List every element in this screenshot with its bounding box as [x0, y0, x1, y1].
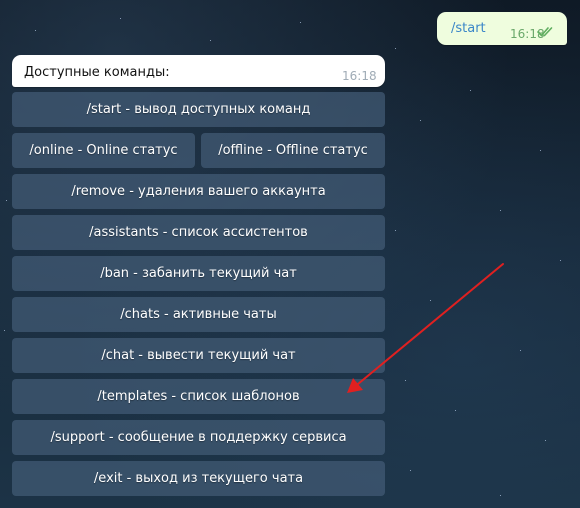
command-button-ban[interactable]: /ban - забанить текущий чат — [12, 256, 385, 291]
incoming-message-text: Доступные команды: — [24, 65, 170, 80]
command-button-exit[interactable]: /exit - выход из текущего чата — [12, 461, 385, 496]
command-button-start[interactable]: /start - вывод доступных команд — [12, 92, 385, 127]
command-button-remove[interactable]: /remove - удаления вашего аккаунта — [12, 174, 385, 209]
incoming-message-bubble: Доступные команды: 16:18 — [12, 55, 385, 87]
command-button-assistants[interactable]: /assistants - список ассистентов — [12, 215, 385, 250]
command-button-chat[interactable]: /chat - вывести текущий чат — [12, 338, 385, 373]
incoming-message-time: 16:18 — [342, 69, 377, 83]
outgoing-message-text[interactable]: /start — [451, 21, 486, 36]
outgoing-message-bubble: /start 16:18 — [437, 12, 567, 45]
command-button-online[interactable]: /online - Online статус — [12, 133, 195, 168]
double-check-icon — [537, 27, 553, 37]
command-button-offline[interactable]: /offline - Offline статус — [201, 133, 385, 168]
command-button-chats[interactable]: /chats - активные чаты — [12, 297, 385, 332]
command-button-templates[interactable]: /templates - список шаблонов — [12, 379, 385, 414]
command-button-support[interactable]: /support - сообщение в поддержку сервиса — [12, 420, 385, 455]
